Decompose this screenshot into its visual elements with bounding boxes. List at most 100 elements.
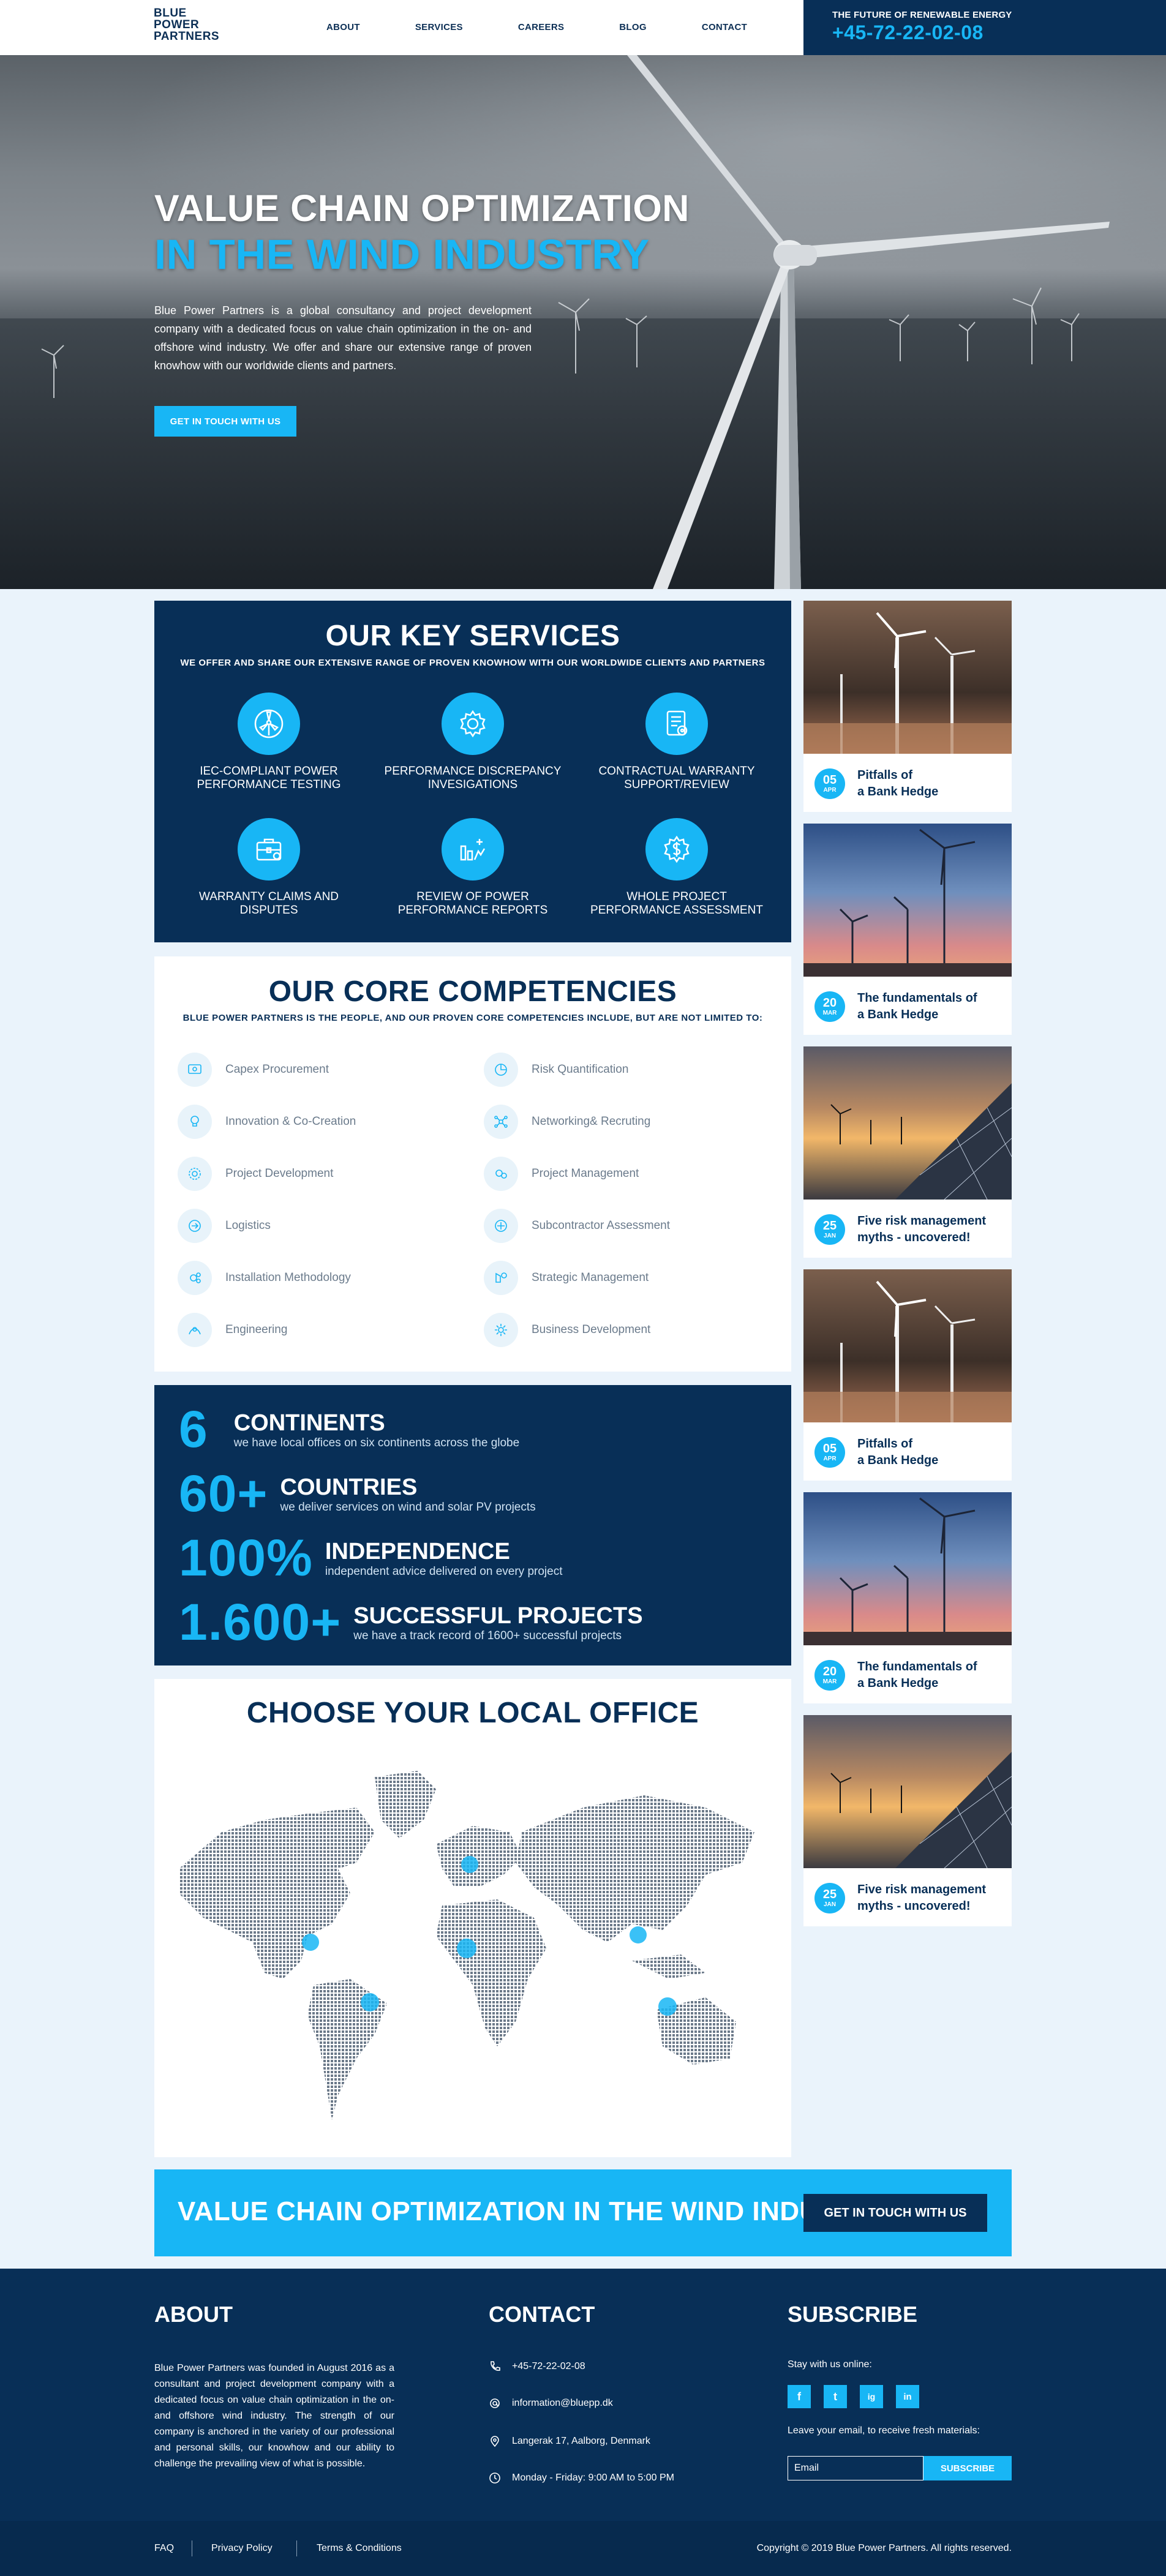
nav-contact[interactable]: CONTACT (702, 22, 747, 32)
post-day: 25 (822, 1888, 837, 1901)
post-date-badge: 05 APR (814, 768, 845, 799)
chart-icon (442, 818, 504, 881)
instagram-icon[interactable]: ig (860, 2385, 883, 2408)
service-label: PERFORMANCE DISCREPANCY (384, 765, 562, 778)
competency-label: Networking& Recruting (532, 1115, 651, 1128)
service-item[interactable]: WARRANTY CLAIMS AND DISPUTES (177, 818, 361, 917)
office-marker-north-america (302, 1934, 319, 1951)
stats-section: 6 CONTINENTS we have local offices on six… (154, 1385, 791, 1665)
nav-careers[interactable]: CAREERS (518, 22, 564, 32)
logo-line: Power (154, 18, 200, 31)
office-marker-africa (457, 1939, 476, 1958)
stat-item: 100% INDEPENDENCE independent advice deli… (179, 1532, 563, 1583)
footer-stay-text: Stay with us online: (788, 2359, 872, 2370)
stat-text: independent advice delivered on every pr… (325, 1565, 563, 1578)
footer-divider (296, 2540, 297, 2556)
nav-blog[interactable]: BLOG (619, 22, 647, 32)
post-title: a Bank Hedge (857, 1008, 939, 1021)
footer-subscribe-title: SUBSCRIBE (788, 2302, 918, 2327)
footer-link-privacy[interactable]: Privacy Policy (211, 2543, 273, 2554)
main-nav: ABOUT SERVICES CAREERS BLOG CONTACT (326, 22, 802, 32)
post-title: The fundamentals of (857, 1660, 977, 1673)
office-marker-south-america (361, 1993, 379, 2011)
assessment-icon (484, 1209, 518, 1243)
subscribe-email-input[interactable] (788, 2456, 923, 2480)
footer-email[interactable]: information@bluepp.dk (489, 2396, 613, 2411)
twitter-icon[interactable]: t (824, 2385, 847, 2408)
footer-phone[interactable]: +45-72-22-02-08 (489, 2359, 585, 2374)
strategy-icon (484, 1261, 518, 1295)
competency-item: Business Development (484, 1313, 650, 1347)
management-icon (484, 1157, 518, 1191)
stat-number: 100% (179, 1529, 313, 1587)
header-tagline: THE FUTURE OF RENEWABLE ENERGY (832, 10, 1012, 20)
post-month: JAN (823, 1233, 836, 1239)
logo[interactable]: Blue Power Partners (154, 7, 219, 42)
post-date-badge: 25 JAN (814, 1883, 845, 1913)
services-title: OUR KEY SERVICES (325, 620, 620, 652)
blog-post-card[interactable]: 05 APR Pitfalls of a Bank Hedge (803, 1269, 1012, 1481)
facebook-icon[interactable]: f (788, 2385, 811, 2408)
competency-item: Engineering (178, 1313, 287, 1347)
stat-item: 1.600+ SUCCESSFUL PROJECTS we have a trac… (179, 1596, 643, 1648)
competency-item: Innovation & Co-Creation (178, 1105, 356, 1139)
nav-about[interactable]: ABOUT (326, 22, 360, 32)
post-day: 25 (822, 1219, 837, 1233)
hero-contact-button[interactable]: GET IN TOUCH WITH US (154, 406, 296, 437)
footer-bottom-bar: FAQ Privacy Policy Terms & Conditions Co… (0, 2521, 1166, 2576)
service-label: WHOLE PROJECT (626, 890, 727, 903)
header-phone[interactable]: +45-72-22-02-08 (832, 21, 1166, 44)
nav-services[interactable]: SERVICES (415, 22, 463, 32)
stat-text: we have a track record of 1600+ successf… (353, 1629, 622, 1642)
competency-label: Strategic Management (532, 1271, 649, 1284)
service-label: INVESIGATIONS (427, 778, 518, 791)
cta-banner: VALUE CHAIN OPTIMIZATION IN THE WIND IND… (154, 2169, 1012, 2256)
blog-post-card[interactable]: 20 MAR The fundamentals of a Bank Hedge (803, 824, 1012, 1035)
blog-post-card[interactable]: 25 JAN Five risk management myths - uncove… (803, 1046, 1012, 1258)
competency-label: Logistics (225, 1219, 271, 1232)
footer-link-faq[interactable]: FAQ (154, 2543, 174, 2554)
subscribe-button[interactable]: SUBSCRIBE (923, 2456, 1012, 2480)
footer-link-terms[interactable]: Terms & Conditions (317, 2543, 402, 2554)
footer-about-title: ABOUT (154, 2302, 233, 2327)
blog-post-card[interactable]: 25 JAN Five risk management myths - uncove… (803, 1715, 1012, 1926)
competency-label: Risk Quantification (532, 1063, 629, 1076)
competency-label: Subcontractor Assessment (532, 1219, 670, 1232)
footer-about-text: Blue Power Partners was founded in Augus… (154, 2363, 394, 2469)
stat-item: 60+ COUNTRIES we deliver services on wind… (179, 1468, 536, 1519)
service-item[interactable]: IEC-COMPLIANT POWER PERFORMANCE TESTING (177, 693, 361, 792)
footer-leave-text: Leave your email, to receive fresh mater… (788, 2425, 980, 2436)
footer-hours-text: Monday - Friday: 9:00 AM to 5:00 PM (512, 2473, 675, 2483)
site-footer: ABOUT Blue Power Partners was founded in… (0, 2269, 1166, 2576)
service-label: IEC-COMPLIANT POWER (200, 765, 338, 778)
blog-post-card[interactable]: 20 MAR The fundamentals of a Bank Hedge (803, 1492, 1012, 1703)
footer-address: Langerak 17, Aalborg, Denmark (489, 2434, 650, 2449)
post-image-sunset-turbines (803, 1492, 1012, 1645)
service-label: CONTRACTUAL WARRANTY (598, 765, 755, 778)
stat-title: SUCCESSFUL PROJECTS (353, 1603, 643, 1629)
post-month: MAR (822, 1678, 837, 1685)
post-title: Pitfalls of (857, 768, 913, 782)
at-icon (489, 2396, 507, 2411)
blog-post-card[interactable]: 05 APR Pitfalls of a Bank Hedge (803, 601, 1012, 812)
stat-text: we have local offices on six continents … (233, 1436, 520, 1449)
post-date-badge: 25 JAN (814, 1214, 845, 1245)
competency-label: Installation Methodology (225, 1271, 351, 1284)
linkedin-icon[interactable]: in (896, 2385, 919, 2408)
office-marker-asia (630, 1926, 647, 1943)
cta-contact-button[interactable]: GET IN TOUCH WITH US (803, 2194, 987, 2232)
lightbulb-icon (178, 1105, 212, 1139)
service-item[interactable]: CONTRACTUAL WARRANTY SUPPORT/REVIEW (585, 693, 769, 792)
post-month: MAR (822, 1010, 837, 1016)
service-item[interactable]: WHOLE PROJECT PERFORMANCE ASSESSMENT (585, 818, 769, 917)
world-map[interactable] (154, 1740, 791, 2157)
core-competencies-section: OUR CORE COMPETENCIES BLUE POWER PARTNER… (154, 956, 791, 1372)
post-image-model-turbines (803, 601, 1012, 754)
post-date-badge: 20 MAR (814, 991, 845, 1022)
service-item[interactable]: REVIEW OF POWER PERFORMANCE REPORTS (381, 818, 565, 917)
service-item[interactable]: PERFORMANCE DISCREPANCY INVESIGATIONS (381, 693, 565, 792)
page: Blue Power Partners ABOUT SERVICES CAREE… (0, 0, 1166, 2576)
hero-title-line2: IN THE WIND INDUSTRY (154, 231, 650, 278)
post-title: myths - uncovered! (857, 1231, 971, 1244)
logo-line: Blue (154, 7, 187, 20)
